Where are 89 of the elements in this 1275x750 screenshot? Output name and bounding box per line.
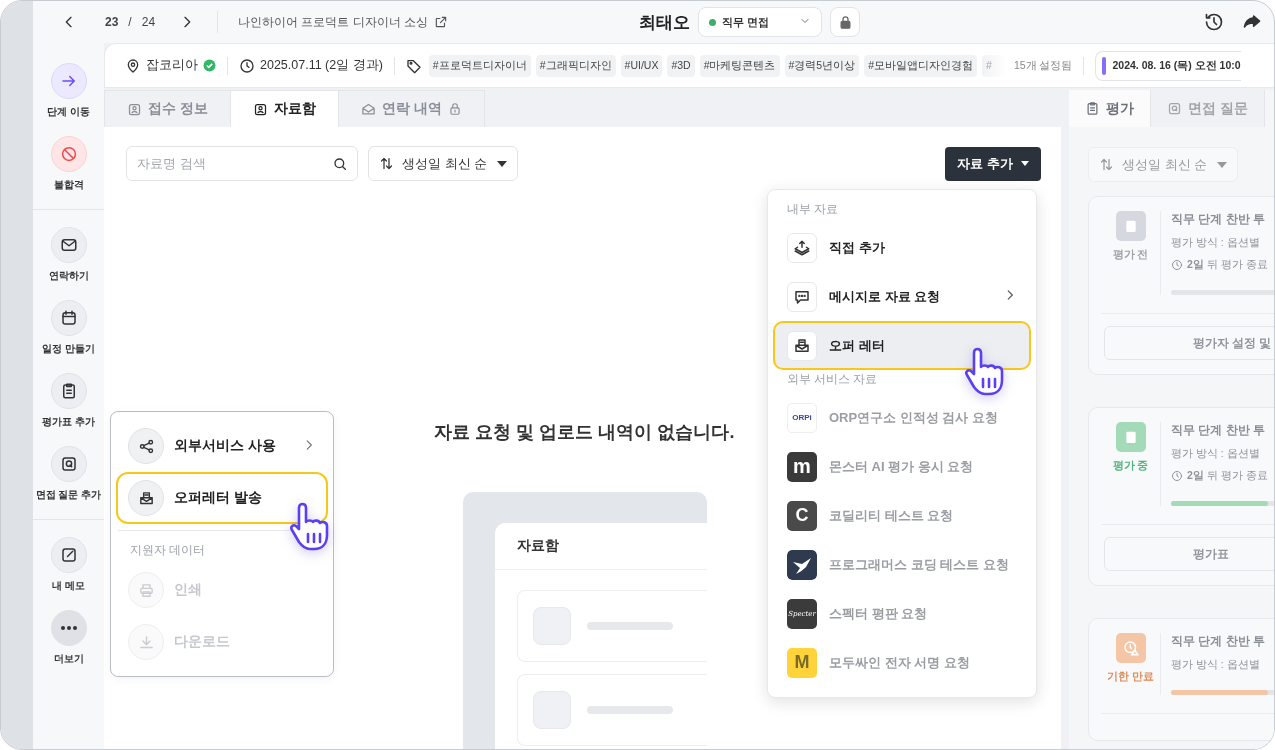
tab[interactable]: 자료함 [230, 90, 339, 127]
download-icon [137, 633, 155, 651]
letter-tray-icon [137, 489, 155, 507]
due-text: 2일 뒤 평가 종료 [1187, 469, 1268, 483]
section-label: 외부 서비스 자료 [786, 372, 879, 387]
page-current: 23 [105, 15, 119, 29]
page-separator: / [128, 15, 132, 29]
source-text: 잡코리아 [146, 57, 198, 74]
lock-button[interactable] [830, 7, 860, 37]
section-label: 내부 자료 [786, 202, 840, 217]
search-field[interactable]: 자료명 검색 [126, 146, 358, 181]
placeholder-square [532, 607, 571, 645]
tag-icon [405, 57, 422, 74]
person-card-icon [127, 101, 142, 117]
open-envelope-icon [360, 101, 376, 117]
caret-icon [1217, 161, 1227, 168]
status-label: 기한 만료 [1107, 670, 1154, 684]
stage-dropdown[interactable]: 직무 면접 [698, 7, 822, 37]
sidebar-item[interactable]: 단계 이동 [33, 63, 104, 119]
service-logo: m [787, 451, 817, 482]
question-box-icon [1167, 101, 1182, 116]
method-text: 평가 방식 : 옵션별 [1171, 658, 1261, 672]
placeholder-square [532, 691, 571, 729]
status-label: 평가 중 [1112, 459, 1149, 473]
tag: #프로덕트디자이너 [428, 54, 531, 77]
tag: #마케팅콘텐츠 [699, 54, 780, 77]
question-box-icon [59, 455, 78, 473]
candidate-name: 최태오 [639, 11, 690, 34]
tag: #모바일앱디자인경험 [864, 54, 978, 77]
sort-dropdown[interactable]: 생성일 최신 순 [368, 146, 518, 181]
tab[interactable]: 평가 [1069, 90, 1151, 127]
sidebar-item[interactable]: 일정 만들기 [33, 300, 104, 356]
tag-count: 15개 설정됨 [1013, 58, 1073, 73]
calendar-icon [59, 309, 78, 327]
share-nodes-icon [137, 437, 155, 455]
printer-icon [137, 581, 155, 599]
sidebar-item[interactable]: 연락하기 [33, 227, 104, 283]
menu-item[interactable]: 메시지로 자료 요청 [773, 272, 1031, 321]
clock-icon [239, 57, 255, 74]
lock-icon [837, 14, 853, 30]
due-text: 2일 뒤 평가 종료 [1187, 258, 1268, 272]
method-text: 평가 방식 : 옵션별 [1171, 236, 1261, 250]
envelope-icon [59, 236, 78, 254]
service-logo: C [787, 500, 817, 531]
card-title: 직무 단계 찬반 투 [1171, 633, 1266, 650]
service-logo: ORPi [787, 402, 817, 433]
tag: #그래픽디자인 [535, 54, 616, 77]
menu-item[interactable]: 외부서비스 사용 [116, 420, 328, 472]
date-text: 2025.07.11 (2일 경과) [260, 57, 383, 74]
caret-icon [1021, 161, 1029, 166]
card-title: 직무 단계 찬반 투 [1171, 422, 1266, 439]
tag: #UI/UX [620, 54, 663, 77]
edit-icon [59, 546, 78, 564]
sidebar-item[interactable]: 더보기 [33, 610, 104, 666]
clock-icon [1171, 259, 1183, 271]
sort-arrows-icon [1099, 157, 1114, 172]
tag: #경력5년이상 [784, 54, 860, 77]
project-title: 나인하이어 프로덕트 디자이너 소싱 [238, 13, 429, 31]
illustration-title: 자료함 [494, 523, 707, 570]
ban-icon [59, 145, 78, 163]
section-label: 지원자 데이터 [129, 543, 207, 558]
clipboard-icon [1085, 101, 1100, 116]
card-title: 직무 단계 찬반 투 [1171, 211, 1266, 228]
status-label: 평가 전 [1112, 248, 1149, 262]
sidebar-item[interactable]: 평가표 추가 [33, 373, 104, 429]
search-icon [332, 156, 348, 172]
person-card-icon [252, 101, 268, 117]
add-material-button[interactable]: 자료 추가 [945, 146, 1041, 181]
letter-tray-icon [793, 336, 811, 355]
more-icon [60, 626, 77, 630]
sort-arrows-icon [379, 156, 394, 171]
page-total: 24 [141, 15, 156, 29]
empty-message: 자료 요청 및 업로드 내역이 없습니다. [434, 421, 735, 444]
menu-item[interactable]: 직접 추가 [773, 223, 1031, 272]
clock-icon [1171, 470, 1183, 482]
history-button[interactable] [1204, 12, 1224, 32]
tag: #3D [667, 54, 695, 77]
service-logo: M [787, 647, 817, 678]
sidebar-item[interactable]: 내 메모 [33, 537, 104, 593]
caret-icon [497, 160, 507, 167]
method-text: 평가 방식 : 옵션별 [1171, 447, 1261, 461]
sidebar-item[interactable]: 면접 질문 추가 [33, 446, 104, 502]
external-link-icon [434, 15, 449, 29]
sidebar-item[interactable]: 불합격 [33, 136, 104, 192]
history-icon [1204, 12, 1224, 32]
schedule-chip[interactable]: 2024. 08. 16 (목) 오전 10:0 [1095, 50, 1241, 81]
lock-icon [447, 102, 462, 116]
location-pin-icon [125, 57, 141, 74]
upload-stack-icon [793, 238, 811, 257]
